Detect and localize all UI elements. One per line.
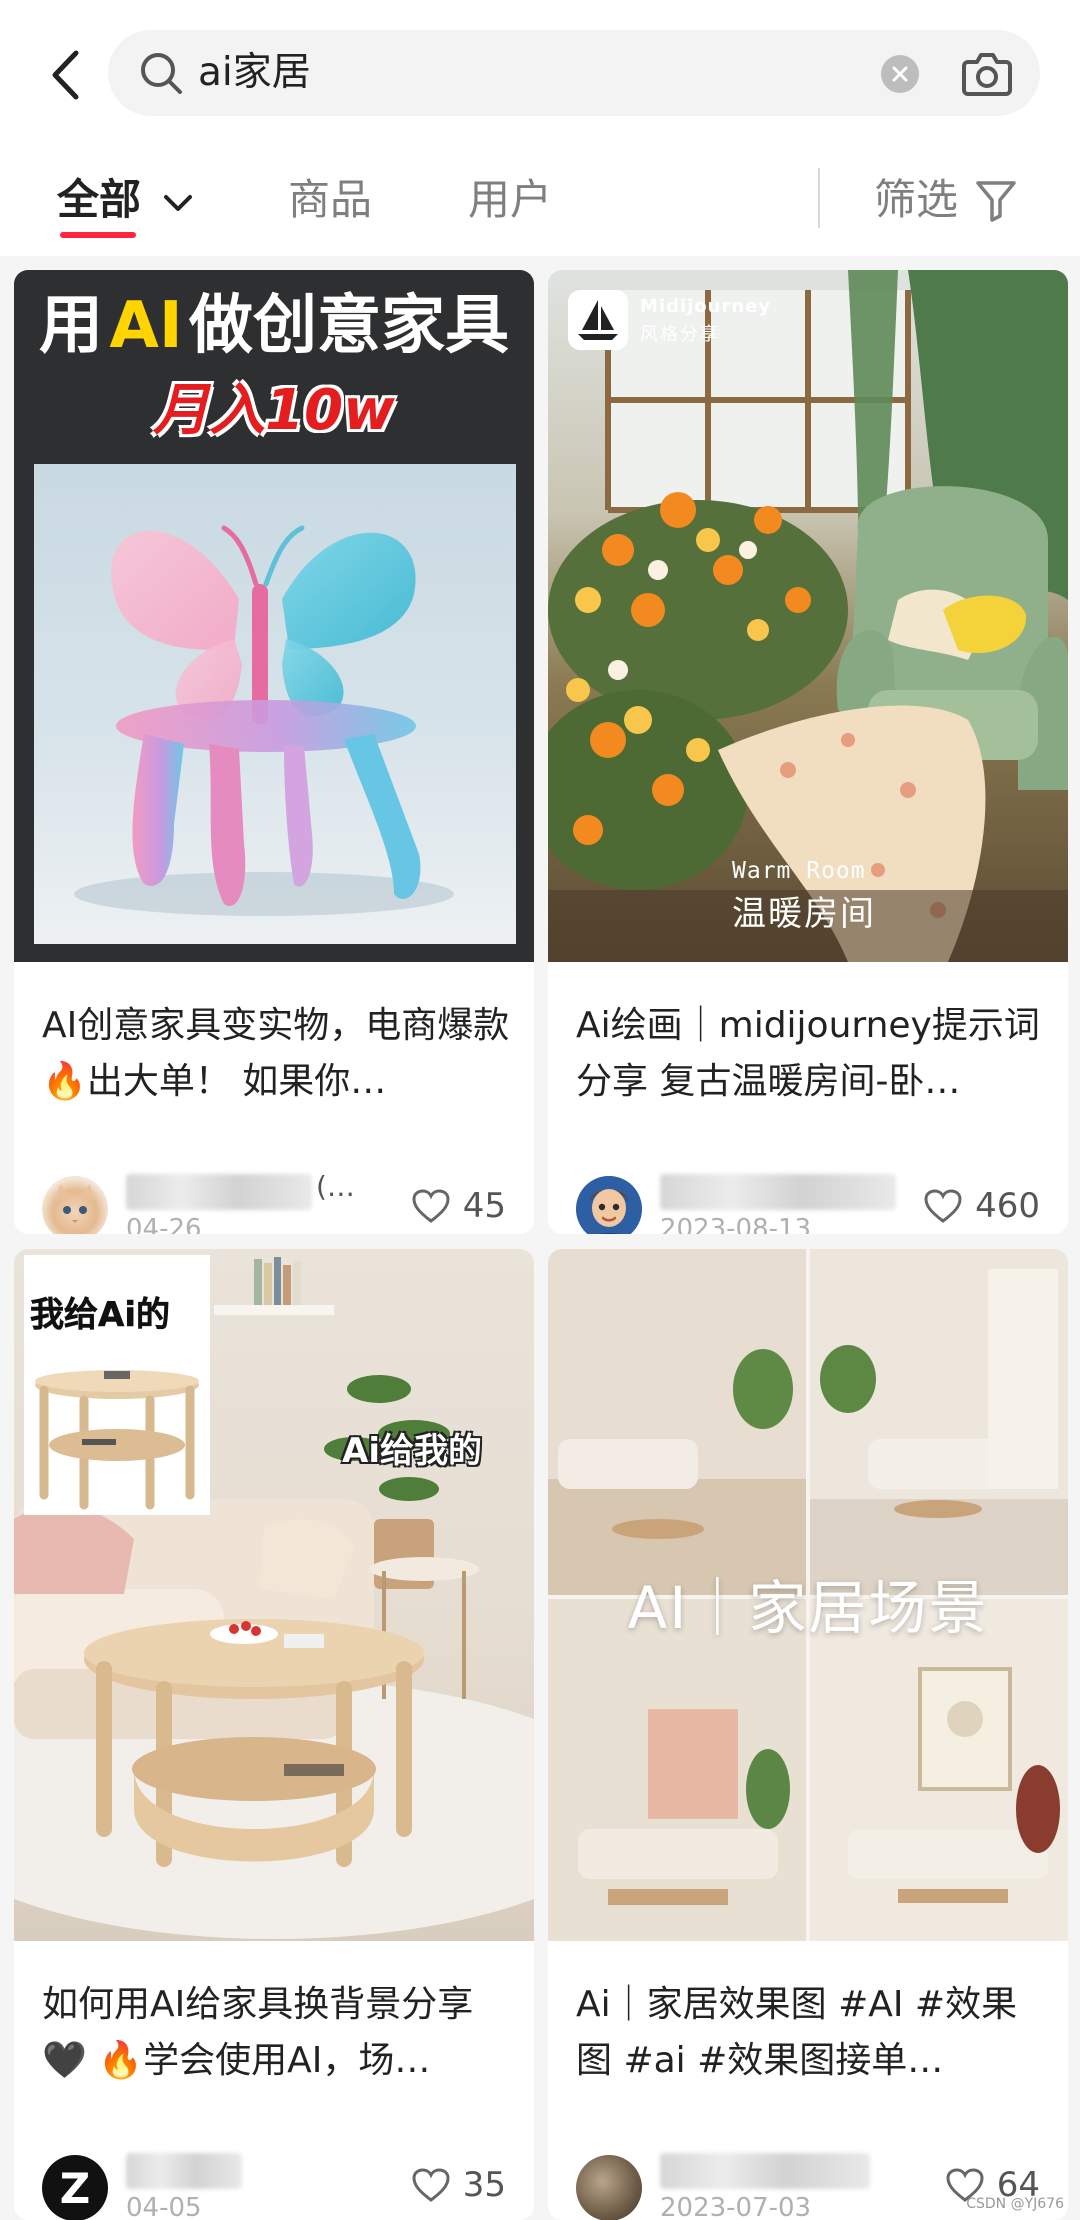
butterfly-chair-illustration [34, 464, 516, 944]
chevron-down-icon[interactable] [162, 192, 194, 214]
note-card[interactable]: 用 AI 做创意家具 月入10w AI创意家具变实物，电商爆款 🔥出大单！ 如果… [14, 270, 534, 1234]
filter-label: 筛选 [874, 175, 959, 224]
tab-users[interactable]: 用户 [468, 170, 552, 230]
avatar-letter: Z [59, 2163, 91, 2213]
badge-title: Midijourney [640, 296, 772, 317]
like-count: 45 [462, 1186, 506, 1226]
cover-caption: Ai给我的 [342, 1431, 482, 1471]
search-input[interactable]: ai家居 [108, 30, 1040, 116]
note-cover-image[interactable]: 用 AI 做创意家具 月入10w [14, 270, 534, 962]
avatar[interactable] [576, 2155, 642, 2220]
original-product-inset: 我给Ai的 [24, 1255, 210, 1515]
filter-icon [976, 181, 1016, 222]
cover-subheadline: 月入10w [153, 378, 395, 443]
watermark: CSDN @YJ676 [966, 2196, 1064, 2212]
search-icon [141, 53, 182, 94]
back-button[interactable] [38, 40, 92, 110]
search-tabs: 全部 商品 用户 筛选 [0, 150, 1080, 250]
post-date: 04-05 [126, 2193, 202, 2220]
note-meta: Z 04-05 35 [14, 2153, 534, 2220]
note-title[interactable]: Ai｜家居效果图 #AI #效果图 #ai #效果图接单… [576, 1977, 1046, 2089]
search-query: ai家居 [198, 50, 311, 95]
top-bar: ai家居 全部 商品 用户 筛选 [0, 0, 1080, 256]
author-name-suffix: (… [316, 1170, 355, 1203]
note-title[interactable]: AI创意家具变实物，电商爆款 🔥出大单！ 如果你… [42, 998, 512, 1110]
post-date: 04-26 [126, 1214, 202, 1234]
like-count: 460 [975, 1186, 1040, 1226]
note-meta: (… 04-26 45 [14, 1170, 534, 1234]
camera-icon[interactable] [960, 48, 1014, 98]
like-button[interactable]: 45 [411, 1182, 506, 1230]
post-date: 2023-08-13 [660, 1214, 812, 1234]
author-name[interactable] [126, 1174, 312, 1210]
chevron-left-icon [52, 50, 79, 100]
note-card[interactable]: AI｜家居场景 Ai｜家居效果图 #AI #效果图 #ai #效果图接单… 20… [548, 1249, 1068, 2220]
cover-headline: 用 AI 做创意家具 [38, 289, 510, 363]
avatar[interactable]: Z [42, 2155, 108, 2220]
clear-search-button[interactable] [881, 55, 919, 93]
active-tab-indicator [60, 232, 136, 238]
cover-caption-en: Warm Room [732, 858, 866, 884]
note-title[interactable]: Ai绘画｜midijourney提示词分享 复古温暖房间-卧… [576, 998, 1046, 1110]
author-name[interactable] [126, 2153, 242, 2189]
filter-button[interactable]: 筛选 [874, 170, 1054, 230]
note-cover-image[interactable]: 我给Ai的 Ai给我的 [14, 1249, 534, 1941]
heart-icon [924, 1189, 962, 1223]
note-card[interactable]: Midijourney 风格分享 Warm Room 温暖房间 Ai绘画｜mid… [548, 270, 1068, 1234]
badge-subtitle: 风格分享 [640, 324, 720, 345]
tab-all[interactable]: 全部 [57, 170, 141, 230]
like-count: 35 [462, 2165, 506, 2205]
note-meta: 2023-08-13 460 [548, 1174, 1068, 1234]
midjourney-logo [568, 290, 628, 350]
cover-headline: AI｜家居场景 [627, 1574, 989, 1642]
tab-goods[interactable]: 商品 [288, 170, 372, 230]
cover-caption-cn: 温暖房间 [732, 894, 876, 934]
like-button[interactable]: 35 [411, 2161, 506, 2209]
tab-divider [818, 168, 820, 228]
note-title[interactable]: 如何用AI给家具换背景分享🖤 🔥学会使用AI，场… [42, 1977, 512, 2089]
author-name[interactable] [660, 2153, 870, 2189]
post-date: 2023-07-03 [660, 2193, 812, 2220]
author-name[interactable] [660, 1174, 896, 1210]
close-icon [892, 66, 908, 82]
note-cover-image[interactable]: AI｜家居场景 [548, 1249, 1068, 1941]
heart-icon [412, 1189, 450, 1223]
avatar[interactable] [42, 1176, 108, 1234]
sailboat-icon [578, 300, 618, 340]
like-button[interactable]: 460 [923, 1182, 1040, 1230]
inset-label: 我给Ai的 [30, 1295, 170, 1336]
avatar[interactable] [576, 1176, 642, 1234]
note-card[interactable]: 我给Ai的 Ai给我的 如何用AI给家具换背景分享🖤 🔥学会使用AI，场… Z … [14, 1249, 534, 2220]
heart-icon [412, 2168, 450, 2202]
note-cover-image[interactable]: Midijourney 风格分享 Warm Room 温暖房间 [548, 270, 1068, 962]
